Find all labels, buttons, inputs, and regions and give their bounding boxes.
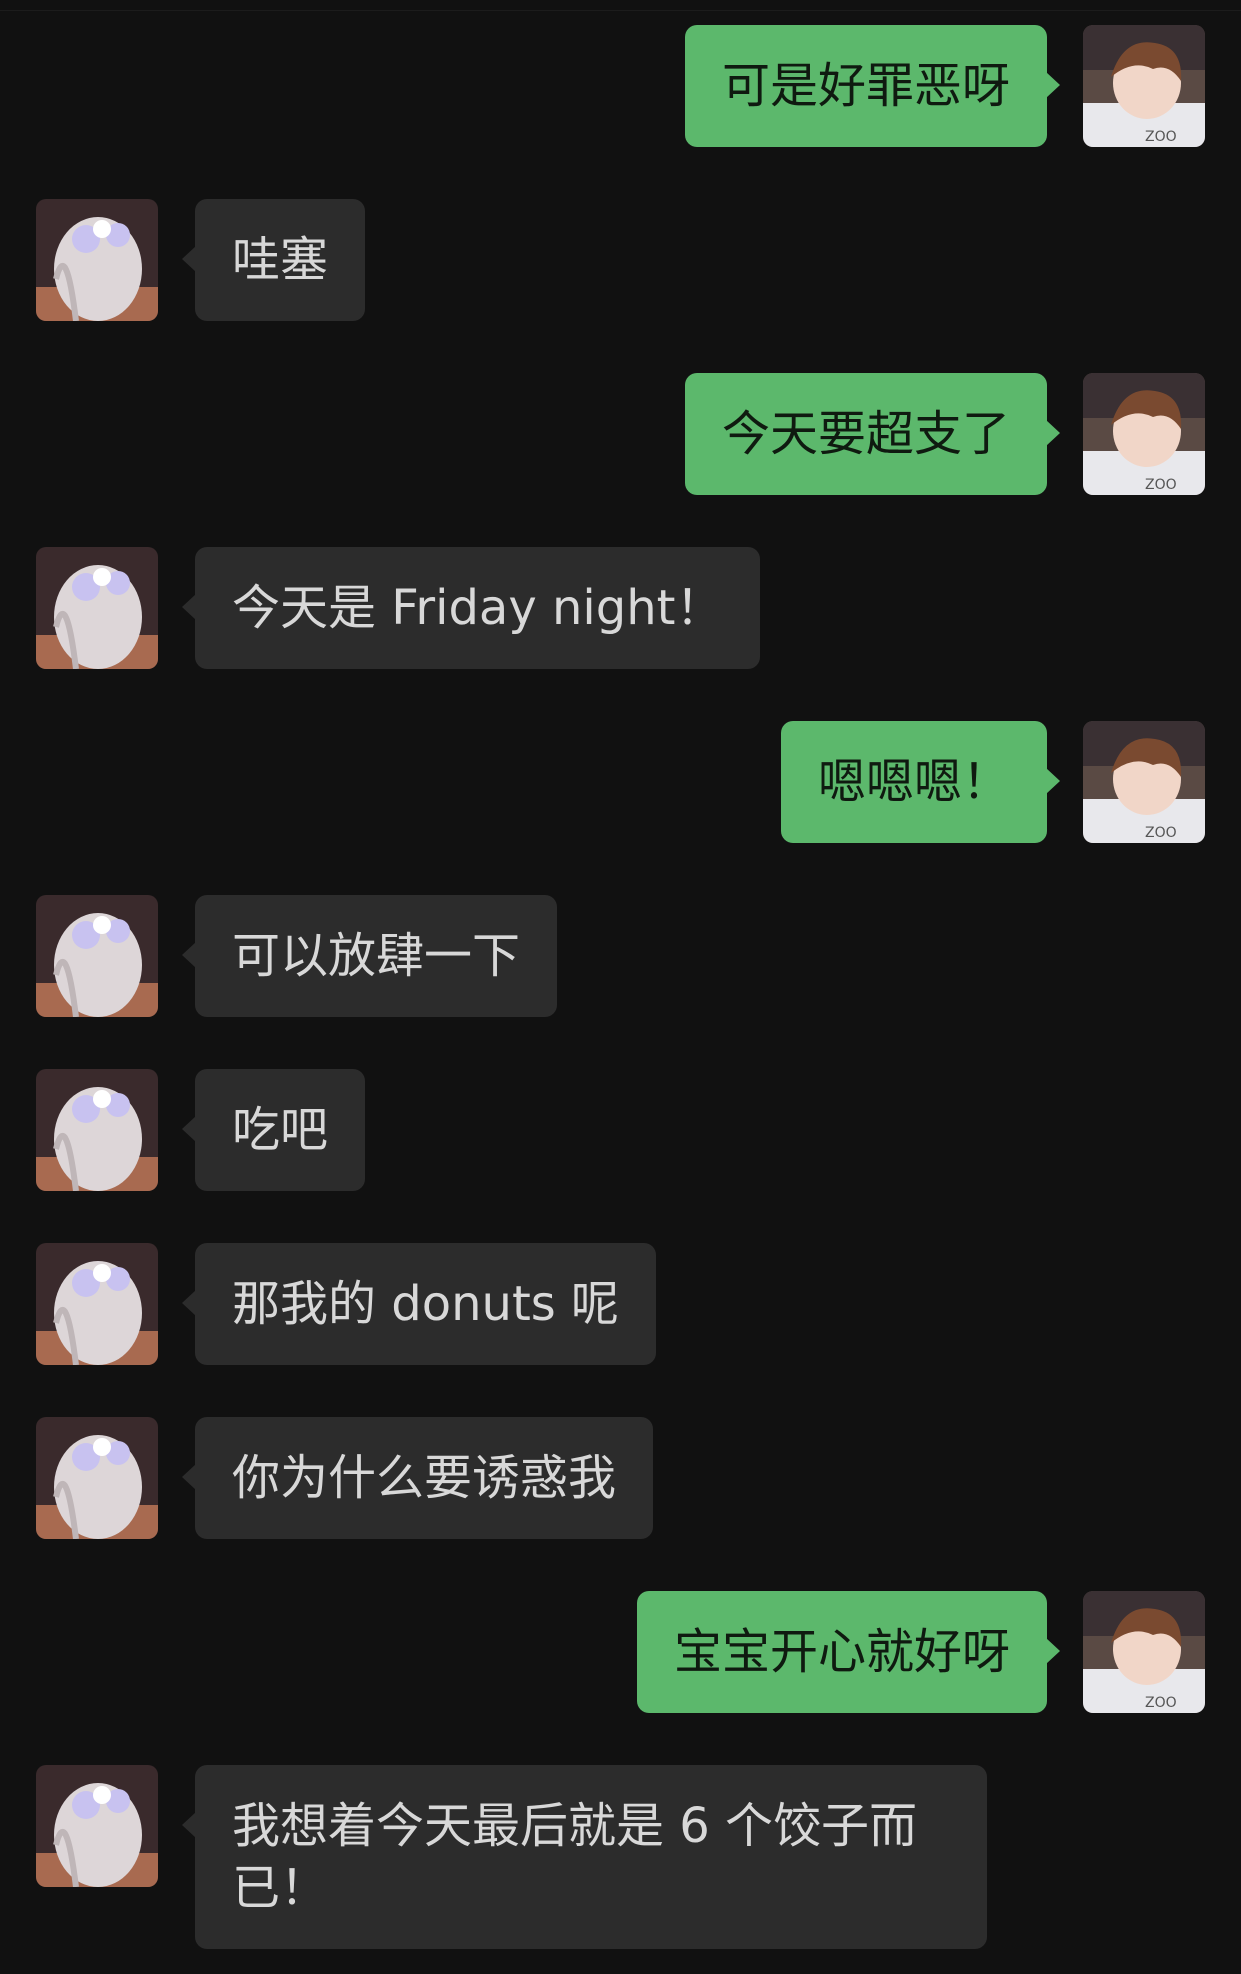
svg-text:ZOO: ZOO <box>1145 1695 1177 1711</box>
contact-avatar[interactable] <box>36 547 158 669</box>
top-divider <box>0 10 1241 11</box>
my-avatar[interactable]: ZOO <box>1083 373 1205 495</box>
contact-avatar[interactable] <box>36 1417 158 1539</box>
contact-avatar[interactable] <box>36 1243 158 1365</box>
message-bubble-incoming[interactable]: 今天是 Friday night！ <box>181 547 761 669</box>
my-avatar[interactable]: ZOO <box>1083 25 1205 147</box>
message-bubble-incoming[interactable]: 吃吧 <box>181 1069 366 1191</box>
message-bubble-outgoing[interactable]: 嗯嗯嗯！ <box>780 721 1061 843</box>
my-avatar[interactable]: ZOO <box>1083 1591 1205 1713</box>
svg-text:ZOO: ZOO <box>1145 129 1177 145</box>
message-bubble-incoming[interactable]: 可以放肆一下 <box>181 895 558 1017</box>
message-bubble-incoming[interactable]: 哇塞 <box>181 199 366 321</box>
message-bubble-incoming[interactable]: 我想着今天最后就是 6 个饺子而已！ <box>182 1765 987 1949</box>
message-bubble-outgoing[interactable]: 宝宝开心就好呀 <box>636 1591 1061 1713</box>
contact-avatar[interactable] <box>36 1765 158 1887</box>
svg-text:ZOO: ZOO <box>1145 825 1177 841</box>
contact-avatar[interactable] <box>36 199 158 321</box>
message-bubble-incoming[interactable]: 那我的 donuts 呢 <box>181 1243 657 1365</box>
contact-avatar[interactable] <box>36 1069 158 1191</box>
message-bubble-outgoing[interactable]: 可是好罪恶呀 <box>684 25 1061 147</box>
svg-text:ZOO: ZOO <box>1145 477 1177 493</box>
my-avatar[interactable]: ZOO <box>1083 721 1205 843</box>
contact-avatar[interactable] <box>36 895 158 1017</box>
message-bubble-outgoing[interactable]: 今天要超支了 <box>684 373 1061 495</box>
message-bubble-incoming[interactable]: 你为什么要诱惑我 <box>181 1417 654 1539</box>
